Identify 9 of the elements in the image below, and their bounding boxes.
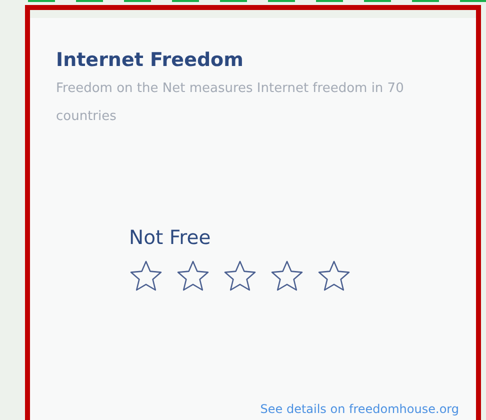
empty-star-icon — [129, 260, 163, 292]
status-label: Not Free — [129, 225, 212, 251]
empty-star-icon — [223, 260, 257, 292]
card-title: Internet Freedom — [56, 48, 244, 73]
empty-star-icon — [317, 260, 351, 292]
empty-star-icon — [270, 260, 304, 292]
empty-star-icon — [176, 260, 210, 292]
card-description: Freedom on the Net measures Internet freedom in 70 countries — [56, 80, 405, 126]
details-link[interactable]: See details on freedomhouse.org — [260, 402, 459, 416]
